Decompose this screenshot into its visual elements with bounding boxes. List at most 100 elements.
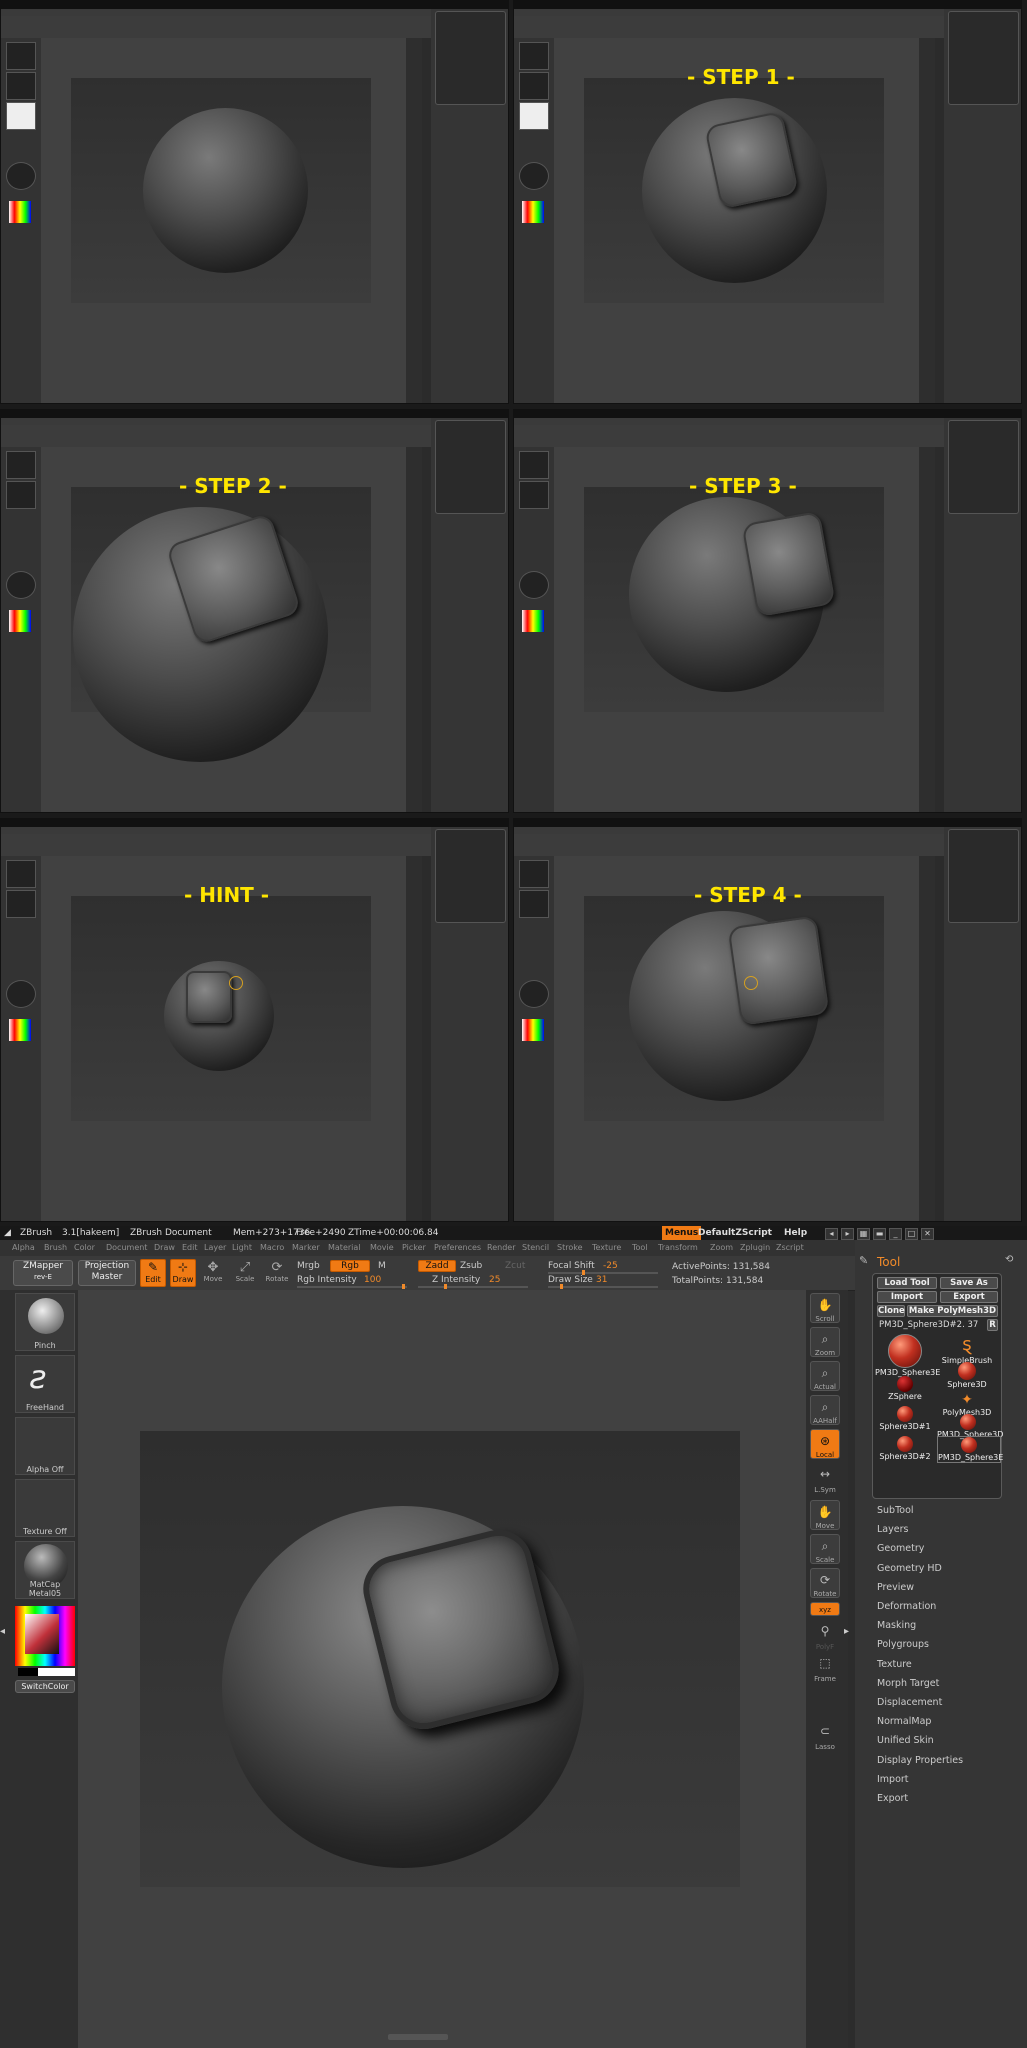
scale-view-button[interactable]: ⌕ Scale [810,1534,840,1564]
subpalette-layers[interactable]: Layers [877,1520,963,1539]
stroke-slot[interactable]: ƨ FreeHand [15,1355,75,1413]
frame-button[interactable]: ⬚ Frame [810,1652,840,1683]
menu-texture[interactable]: Texture [592,1240,621,1256]
tool-thumb-pm3d-sphere[interactable]: PM3D_Sphere3E [875,1334,940,1377]
menu-edit[interactable]: Edit [182,1240,198,1256]
focal-shift-value[interactable]: -25 [603,1261,618,1271]
focal-shift-slider[interactable] [548,1272,658,1274]
close-icon[interactable]: ✕ [921,1228,934,1240]
subpalette-display-properties[interactable]: Display Properties [877,1751,963,1770]
minimize-icon[interactable]: _ [889,1228,902,1240]
menu-transform[interactable]: Transform [658,1240,698,1256]
menu-tool[interactable]: Tool [632,1240,648,1256]
subpalette-morph-target[interactable]: Morph Target [877,1674,963,1693]
layout-icon[interactable]: ▦ [857,1228,870,1240]
color-picker[interactable] [15,1606,75,1666]
aahalf-button[interactable]: ⌕ AAHalf [810,1395,840,1425]
scroll-button[interactable]: ✋ Scroll [810,1293,840,1323]
tray-collapse-right-icon[interactable]: ▸ [844,1626,849,1637]
menu-movie[interactable]: Movie [370,1240,394,1256]
arrow-right-icon[interactable]: ▸ [841,1228,854,1240]
subpalette-texture[interactable]: Texture [877,1655,963,1674]
export-button[interactable]: Export [940,1291,998,1303]
tool-thumb-zsphere[interactable]: ZSphere [875,1376,935,1401]
lasso-button[interactable]: ⊂ Lasso [810,1720,840,1751]
menu-light[interactable]: Light [232,1240,252,1256]
texture-slot[interactable]: Texture Off [15,1479,75,1537]
material-slot[interactable]: MatCap Metal05 [15,1541,75,1599]
make-polymesh-button[interactable]: Make PolyMesh3D [907,1305,998,1317]
menu-preferences[interactable]: Preferences [434,1240,481,1256]
zadd-toggle[interactable]: Zadd [418,1260,456,1272]
document-area[interactable] [140,1431,740,1887]
menu-draw[interactable]: Draw [154,1240,175,1256]
switch-color-button[interactable]: SwitchColor [15,1680,75,1693]
load-tool-button[interactable]: Load Tool [877,1277,937,1289]
mrgb-toggle[interactable]: Mrgb [297,1261,320,1271]
subpalette-normalmap[interactable]: NormalMap [877,1712,963,1731]
menu-picker[interactable]: Picker [402,1240,426,1256]
zmapper-button[interactable]: ZMapper rev-E [13,1260,73,1286]
subpalette-import[interactable]: Import [877,1770,963,1789]
menu-marker[interactable]: Marker [292,1240,320,1256]
subpalette-displacement[interactable]: Displacement [877,1693,963,1712]
draw-button[interactable]: ⊹ Draw [170,1259,196,1287]
draw-size-handle[interactable] [560,1284,563,1289]
m-toggle[interactable]: M [378,1261,386,1271]
import-button[interactable]: Import [877,1291,937,1303]
tool-thumb-sphere3d-2[interactable]: Sphere3D#2 [875,1436,935,1461]
subpalette-subtool[interactable]: SubTool [877,1501,963,1520]
menu-macro[interactable]: Macro [260,1240,284,1256]
help-button[interactable]: Help [784,1226,807,1240]
menu-render[interactable]: Render [487,1240,515,1256]
xyz-button[interactable]: xyz [810,1602,840,1616]
menu-zscript[interactable]: Zscript [776,1240,804,1256]
arrow-left-icon[interactable]: ◂ [825,1228,838,1240]
z-intensity-value[interactable]: 25 [489,1275,500,1285]
rotate-view-button[interactable]: ⟳ Rotate [810,1568,840,1598]
menu-zplugin[interactable]: Zplugin [740,1240,770,1256]
palette-pin-icon[interactable]: ⟲ [1005,1254,1013,1265]
move-button[interactable]: ✥ Move [200,1260,226,1288]
tool-thumb-sphere3d[interactable]: Sphere3D [937,1362,997,1389]
projection-master-button[interactable]: Projection Master [78,1260,136,1286]
menu-material[interactable]: Material [328,1240,361,1256]
menu-layer[interactable]: Layer [204,1240,226,1256]
move-view-button[interactable]: ✋ Move [810,1500,840,1530]
rgb-intensity-value[interactable]: 100 [364,1275,381,1285]
canvas[interactable] [78,1290,806,2048]
lsym-button[interactable]: ↔ L.Sym [810,1463,840,1494]
rgb-intensity-handle[interactable] [402,1284,405,1289]
zoom-button[interactable]: ⌕ Zoom [810,1327,840,1357]
alpha-slot[interactable]: Alpha Off [15,1417,75,1475]
menu-stroke[interactable]: Stroke [557,1240,583,1256]
subpalette-preview[interactable]: Preview [877,1578,963,1597]
actual-button[interactable]: ⌕ Actual [810,1361,840,1391]
rgb-toggle[interactable]: Rgb [330,1260,370,1272]
subpalette-geometry-hd[interactable]: Geometry HD [877,1559,963,1578]
zsub-toggle[interactable]: Zsub [460,1261,482,1271]
subpalette-unified-skin[interactable]: Unified Skin [877,1731,963,1750]
z-intensity-handle[interactable] [444,1284,447,1289]
primary-swatch[interactable] [18,1668,38,1676]
rgb-intensity-slider[interactable] [297,1286,407,1288]
subpalette-deformation[interactable]: Deformation [877,1597,963,1616]
tray-collapse-icon[interactable]: ◂ [0,1626,5,1637]
brush-slot[interactable]: Pinch [15,1293,75,1351]
default-zscript-button[interactable]: DefaultZScript [698,1226,772,1240]
r-button[interactable]: R [987,1319,998,1331]
save-as-button[interactable]: Save As [940,1277,998,1289]
tool-thumb-pm3d-sphere3e[interactable]: PM3D_Sphere3E [937,1436,1003,1463]
menus-button[interactable]: Menus [662,1226,702,1240]
rotate-button[interactable]: ⟳ Rotate [264,1260,290,1288]
menu-brush[interactable]: Brush [44,1240,67,1256]
menu-alpha[interactable]: Alpha [12,1240,35,1256]
secondary-swatch[interactable] [38,1668,75,1676]
edit-button[interactable]: ✎ Edit [140,1259,166,1287]
subpalette-masking[interactable]: Masking [877,1616,963,1635]
clone-button[interactable]: Clone [877,1305,905,1317]
z-intensity-slider[interactable] [418,1286,528,1288]
tool-thumb-simplebrush[interactable]: ȿ SimpleBrush [937,1334,997,1365]
hide-icon[interactable]: ▬ [873,1228,886,1240]
zcut-toggle[interactable]: Zcut [505,1261,525,1271]
